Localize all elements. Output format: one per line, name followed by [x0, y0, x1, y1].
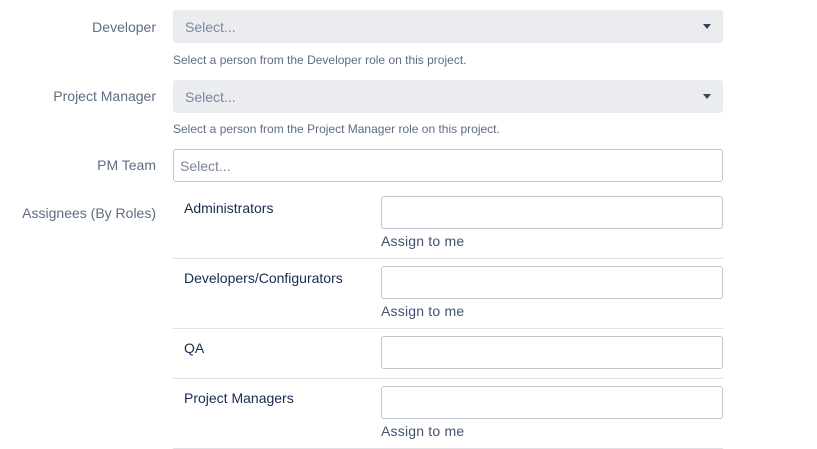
developer-help-text: Select a person from the Developer role …: [173, 53, 467, 67]
administrators-input[interactable]: [381, 196, 723, 229]
project-manager-select-placeholder: Select...: [185, 89, 236, 105]
qa-input[interactable]: [381, 336, 723, 369]
project-manager-select[interactable]: Select...: [173, 80, 723, 113]
developer-label: Developer: [92, 19, 156, 35]
developer-select[interactable]: Select...: [173, 10, 723, 43]
project-managers-input[interactable]: [381, 386, 723, 419]
role-label-qa: QA: [184, 340, 205, 356]
divider: [173, 378, 723, 379]
developer-select-placeholder: Select...: [185, 19, 236, 35]
role-label-developers-configurators: Developers/Configurators: [184, 270, 343, 286]
role-label-administrators: Administrators: [184, 200, 274, 216]
assignees-label: Assignees (By Roles): [22, 205, 156, 221]
project-manager-label: Project Manager: [53, 88, 156, 104]
divider: [173, 328, 723, 329]
assign-to-me-link-project-managers[interactable]: Assign to me: [381, 423, 464, 439]
assign-to-me-link-administrators[interactable]: Assign to me: [381, 233, 464, 249]
pm-team-label: PM Team: [97, 157, 156, 173]
project-manager-help-text: Select a person from the Project Manager…: [173, 122, 500, 136]
pm-team-placeholder: Select...: [180, 158, 231, 174]
pm-team-input[interactable]: Select...: [173, 149, 723, 182]
assign-to-me-link-developers-configurators[interactable]: Assign to me: [381, 303, 464, 319]
divider: [173, 258, 723, 259]
role-label-project-managers: Project Managers: [184, 390, 294, 406]
chevron-down-icon: [703, 94, 711, 99]
chevron-down-icon: [703, 24, 711, 29]
developers-configurators-input[interactable]: [381, 266, 723, 299]
